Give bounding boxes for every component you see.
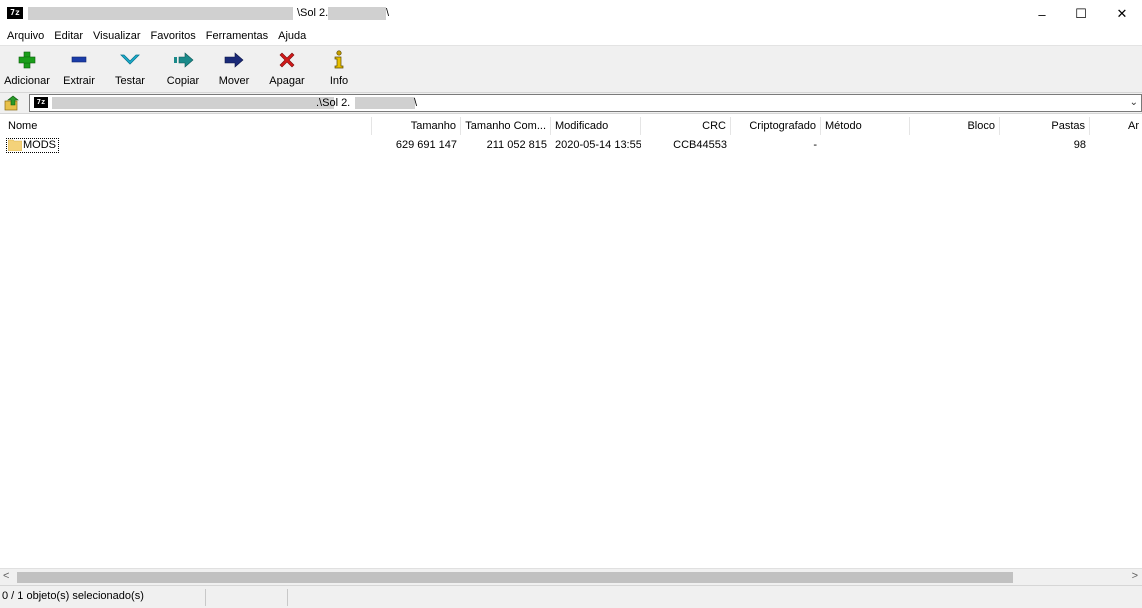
copy-arrow-icon [171,49,195,71]
col-folders[interactable]: Pastas [1000,117,1090,135]
address-bar: 7z .\Sol 2. \ ⌄ [0,93,1142,113]
minus-icon [67,49,91,71]
col-modified[interactable]: Modificado [551,117,641,135]
move-arrow-icon [222,49,246,71]
menu-favoritos[interactable]: Favoritos [146,29,201,44]
address-path: .\Sol 2. [316,97,351,109]
redacted-path [52,97,334,109]
add-button[interactable]: Adicionar [4,49,50,91]
col-method[interactable]: Método [821,117,910,135]
redacted-path [28,7,293,20]
modified-cell: 2020-05-14 13:55 [555,139,641,151]
col-name[interactable]: Nome [4,117,372,135]
chevron-down-icon[interactable]: ⌄ [1130,97,1138,108]
menu-visualizar[interactable]: Visualizar [88,29,146,44]
menu-editar[interactable]: Editar [49,29,88,44]
move-label: Mover [218,75,250,87]
col-packed-size[interactable]: Tamanho Com... [461,117,551,135]
menu-arquivo[interactable]: Arquivo [2,29,49,44]
col-crc[interactable]: CRC [641,117,731,135]
copy-label: Copiar [166,75,200,87]
window-title-end: \ [386,7,390,19]
method-cell [821,137,910,154]
col-encrypted[interactable]: Criptografado [731,117,821,135]
status-bar: 0 / 1 objeto(s) selecionado(s) [0,585,1142,608]
archive-icon: 7z [34,97,48,108]
status-divider [205,589,206,606]
menu-ajuda[interactable]: Ajuda [273,29,311,44]
status-divider [287,589,288,606]
move-button[interactable]: Mover [216,49,252,91]
redacted-path [328,7,386,20]
delete-x-icon [275,49,299,71]
test-button[interactable]: Testar [112,49,148,91]
info-button[interactable]: Info [326,49,352,91]
scroll-left-icon[interactable]: < [3,570,9,582]
toolbar: Adicionar Extrair Testar Copiar Mover Ap… [0,45,1142,93]
title-bar: 7z \Sol 2. \ – ☐ ✕ [0,0,1142,28]
horizontal-scrollbar[interactable]: < > [0,568,1142,585]
app-logo-icon: 7z [7,7,23,19]
add-label: Adicionar [4,75,50,87]
plus-icon [15,49,39,71]
extract-label: Extrair [63,75,95,87]
check-icon [118,49,142,71]
table-row[interactable]: MODS 629 691 147 211 052 815 2020-05-14 … [0,137,1142,154]
address-path-end: \ [414,97,418,109]
packed-size-cell: 211 052 815 [486,139,547,151]
test-label: Testar [115,75,145,87]
copy-button[interactable]: Copiar [164,49,202,91]
folder-up-icon [4,95,19,111]
column-headers: Nome Tamanho Tamanho Com... Modificado C… [0,117,1142,135]
info-icon [327,49,351,71]
file-name: MODS [6,138,59,153]
crc-cell: CCB44553 [673,139,727,151]
redacted-path [355,97,415,109]
window-title: \Sol 2. [297,7,329,19]
up-folder-button[interactable] [4,95,20,111]
size-cell: 629 691 147 [395,139,457,151]
col-block[interactable]: Bloco [910,117,1000,135]
name-cell: MODS [0,137,372,154]
folders-cell: 98 [1073,139,1086,151]
menu-bar: Arquivo Editar Visualizar Favoritos Ferr… [0,28,1142,45]
selection-status: 0 / 1 objeto(s) selecionado(s) [2,590,144,602]
info-label: Info [329,75,349,87]
close-button[interactable]: ✕ [1099,0,1142,28]
encrypted-cell: - [813,139,817,151]
delete-button[interactable]: Apagar [266,49,308,91]
col-size[interactable]: Tamanho [372,117,461,135]
menu-ferramentas[interactable]: Ferramentas [201,29,273,44]
extract-button[interactable]: Extrair [60,49,98,91]
maximize-button[interactable]: ☐ [1058,0,1104,28]
scroll-right-icon[interactable]: > [1132,570,1138,582]
delete-label: Apagar [269,75,305,87]
col-attributes[interactable]: Ar [1128,117,1142,135]
file-list[interactable]: Nome Tamanho Tamanho Com... Modificado C… [0,113,1142,568]
scroll-thumb[interactable] [17,572,1013,583]
address-input[interactable]: 7z .\Sol 2. \ ⌄ [29,94,1142,112]
block-cell [910,137,1000,154]
